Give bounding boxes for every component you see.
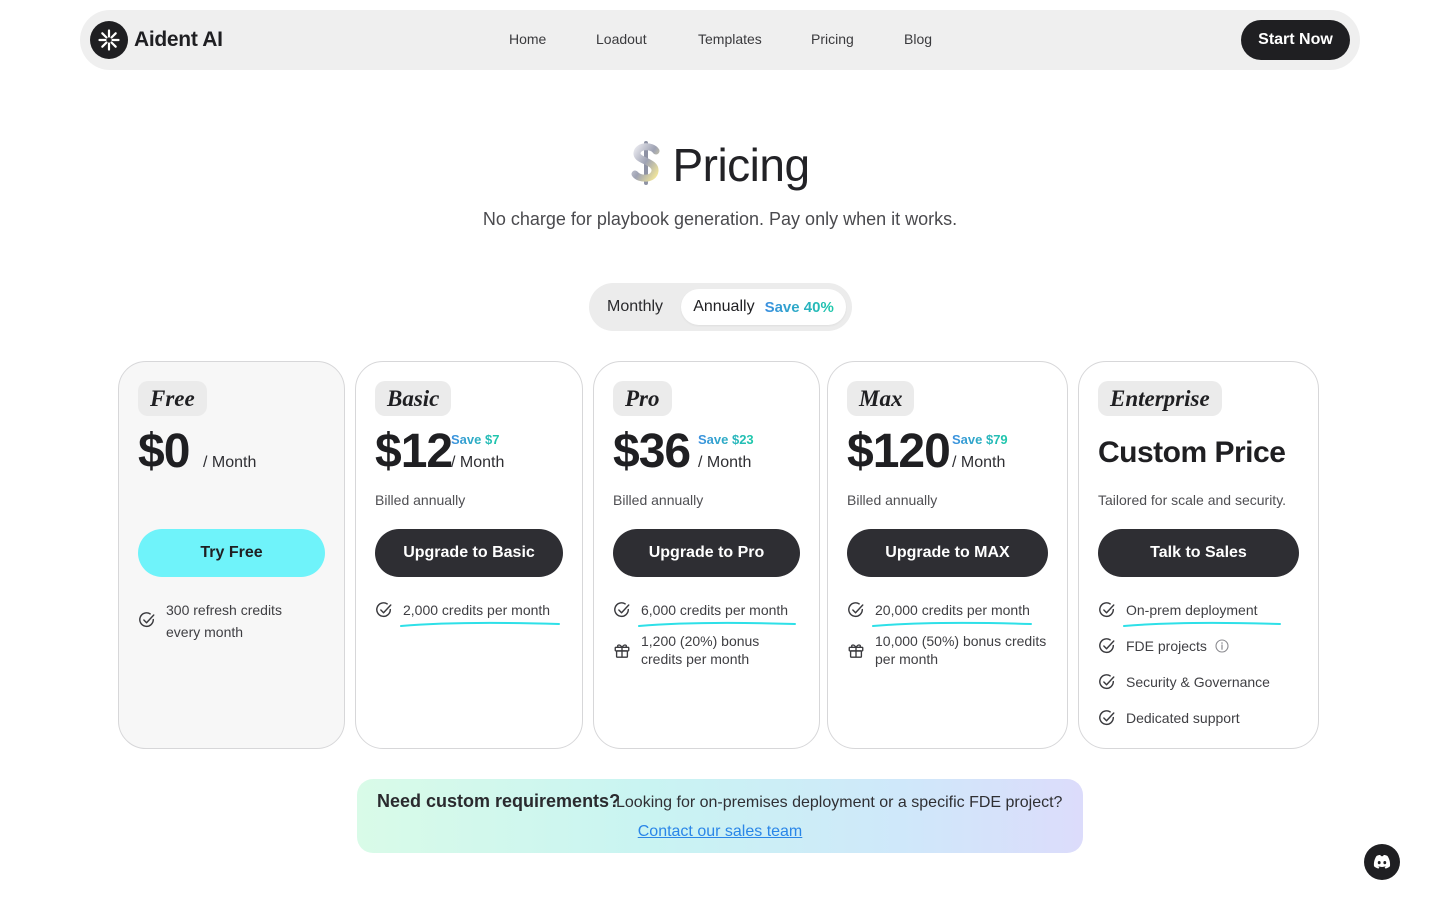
top-navbar: Aident AI Home Loadout Templates Pricing… [80,10,1360,70]
plan-feature: 2,000 credits per month [375,601,560,627]
plan-feature-text: 20,000 credits per month [872,601,1032,627]
plan-feature: 6,000 credits per month [613,601,796,627]
plan-feature: Dedicated support [1098,709,1240,727]
plan-name: Enterprise [1098,381,1222,416]
plan-feature-text: On-prem deployment [1123,601,1281,627]
plan-billing-note: Billed annually [847,492,938,508]
nav-link-blog[interactable]: Blog [904,31,932,47]
start-now-button[interactable]: Start Now [1241,20,1350,60]
nav-link-home[interactable]: Home [509,31,546,47]
plan-feature: 1,200 (20%) bonus credits per month [613,632,793,668]
check-circle-icon [1099,638,1115,654]
nav-link-pricing[interactable]: Pricing [811,31,854,47]
plan-feature-text: 10,000 (50%) bonus credits per month [875,633,1047,667]
dollar-sign-icon [630,139,662,192]
check-circle-icon [1099,710,1115,726]
plan-name: Pro [613,381,672,416]
gift-icon [614,644,630,658]
plan-name: Basic [375,381,452,416]
billing-toggle: Monthly Annually Save 40% [589,283,852,331]
contact-sales-link[interactable]: Contact our sales team [357,823,1083,841]
plan-feature-label: 20,000 credits per month [875,602,1030,618]
plan-feature: Security & Governance [1098,673,1270,691]
plan-feature-text: Dedicated support [1126,710,1240,726]
upgrade-pro-button[interactable]: Upgrade to Pro [613,529,800,577]
plan-price: $36 [613,425,691,478]
plan-price: $120 [847,425,951,478]
plan-card-free: Free $0 / Month Try Free 300 refresh cre… [118,361,345,749]
plan-price: Custom Price [1098,436,1286,469]
nav-link-templates[interactable]: Templates [698,31,762,47]
sparkle-logo-icon [90,21,128,59]
plan-feature: On-prem deployment [1098,601,1281,627]
plan-period: / Month [203,454,257,471]
plan-feature-text: Security & Governance [1126,674,1270,690]
info-icon[interactable] [1215,639,1229,653]
discord-icon[interactable] [1364,844,1400,880]
highlight-underline [400,621,560,627]
upgrade-basic-button[interactable]: Upgrade to Basic [375,529,563,577]
plan-period: / Month [451,454,505,471]
billing-annually-label: Annually [693,298,755,315]
plan-feature-label: 6,000 credits per month [641,602,789,618]
highlight-underline [1123,621,1281,627]
plan-feature: 300 refresh credits every month [138,599,318,643]
billing-save-badge: Save 40% [764,298,834,316]
plan-price: $0 [138,425,190,478]
talk-to-sales-button[interactable]: Talk to Sales [1098,529,1299,577]
custom-requirements-banner: Need custom requirements? Looking for on… [357,779,1083,853]
plan-name: Max [847,381,915,416]
billing-annually-option[interactable]: Annually Save 40% [681,289,846,325]
gift-icon [848,644,864,658]
plan-card-basic: Basic $12 Save $7 / Month Billed annuall… [355,361,583,749]
highlight-underline [638,621,796,627]
nav-link-loadout[interactable]: Loadout [596,31,647,47]
check-circle-icon [848,602,864,618]
banner-question: Need custom requirements? [377,791,621,811]
plan-card-max: Max $120 Save $79 / Month Billed annuall… [827,361,1068,749]
plan-feature-text: 1,200 (20%) bonus credits per month [641,633,760,667]
plan-card-pro: Pro $36 Save $23 / Month Billed annually… [593,361,820,749]
upgrade-max-button[interactable]: Upgrade to MAX [847,529,1048,577]
plan-save-badge: Save $7 [451,432,500,447]
plan-feature-label: On-prem deployment [1126,602,1258,618]
page-subtitle: No charge for playbook generation. Pay o… [482,209,958,229]
billing-monthly-option[interactable]: Monthly [607,298,663,316]
check-circle-icon [139,612,155,628]
plan-feature-label: 2,000 credits per month [403,602,551,618]
brand-name: Aident AI [134,28,223,51]
plan-feature-text: 2,000 credits per month [400,601,560,627]
plan-period: / Month [698,454,752,471]
plan-save-badge: Save $23 [698,432,754,447]
plan-card-enterprise: Enterprise Custom Price Tailored for sca… [1078,361,1319,749]
plan-feature: 10,000 (50%) bonus credits per month [847,632,1052,668]
plan-feature-text: FDE projects [1126,638,1207,654]
plan-period: / Month [952,454,1006,471]
banner-description: Looking for on-premises deployment or a … [616,794,1063,811]
check-circle-icon [376,602,392,618]
plan-feature-text: 6,000 credits per month [638,601,796,627]
plan-feature: 20,000 credits per month [847,601,1032,627]
page-title: Pricing [672,139,810,191]
plan-feature: FDE projects [1098,637,1229,655]
plan-feature-text: 300 refresh credits every month [166,602,282,640]
plan-name: Free [138,381,207,416]
check-circle-icon [614,602,630,618]
highlight-underline [872,621,1032,627]
plan-save-badge: Save $79 [952,432,1008,447]
brand[interactable]: Aident AI [90,21,223,59]
plan-billing-note: Tailored for scale and security. [1098,492,1287,508]
check-circle-icon [1099,674,1115,690]
try-free-button[interactable]: Try Free [138,529,325,577]
plan-price: $12 [375,425,453,478]
check-circle-icon [1099,602,1115,618]
hero-title: Pricing [0,138,1440,192]
plan-billing-note: Billed annually [375,492,466,508]
plan-billing-note: Billed annually [613,492,704,508]
